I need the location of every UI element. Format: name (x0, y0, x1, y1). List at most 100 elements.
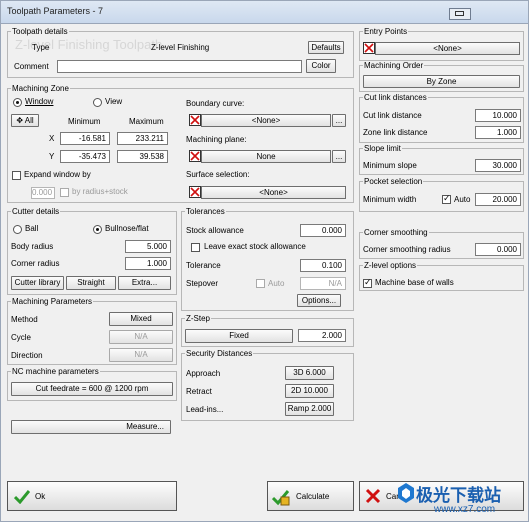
type-label: Type (32, 43, 50, 52)
nc-parameters-legend: NC machine parameters (11, 367, 100, 376)
pocket-auto-checkbox[interactable] (442, 193, 451, 204)
boundary-clear-icon[interactable] (189, 114, 201, 126)
window-radio[interactable] (13, 98, 22, 107)
title-bar: Toolpath Parameters - 7 (1, 1, 528, 24)
ball-radio[interactable] (13, 225, 22, 234)
calculate-icon (271, 488, 290, 506)
ok-label: Ok (35, 492, 46, 501)
calculate-button[interactable]: Calculate (267, 481, 354, 511)
stock-allowance-label: Stock allowance (186, 226, 244, 235)
tolerances-legend: Tolerances (185, 207, 226, 216)
corner-radius-input[interactable]: 1.000 (125, 257, 171, 270)
view-radio[interactable] (93, 98, 102, 107)
y-label: Y (49, 152, 55, 161)
surface-selection-select[interactable]: <None> (201, 186, 346, 199)
minimum-slope-input[interactable]: 30.000 (475, 159, 521, 172)
comment-input[interactable] (57, 60, 302, 73)
x-min-input[interactable]: -16.581 (60, 132, 110, 145)
boundary-more-button[interactable]: ... (332, 114, 346, 127)
surface-clear-icon[interactable] (189, 186, 201, 198)
machine-base-checkbox[interactable] (363, 277, 372, 288)
all-button[interactable]: ✥ All (11, 114, 39, 127)
body-radius-label: Body radius (11, 242, 54, 251)
cancel-label: Cancel (386, 492, 411, 501)
color-button[interactable]: Color (306, 59, 336, 73)
zstep-mode-button[interactable]: Fixed (185, 329, 293, 343)
options-button[interactable]: Options... (297, 294, 341, 307)
tolerance-label: Tolerance (186, 261, 221, 270)
cycle-button[interactable]: N/A (109, 330, 173, 344)
leave-exact-stock-checkbox[interactable] (191, 243, 200, 252)
pocket-selection-legend: Pocket selection (363, 177, 424, 186)
cutter-library-button[interactable]: Cutter library (11, 276, 64, 290)
by-radius-checkbox[interactable] (60, 188, 69, 197)
method-label: Method (11, 315, 38, 324)
plane-more-button[interactable]: ... (332, 150, 346, 163)
body-radius-input[interactable]: 5.000 (125, 240, 171, 253)
window-title: Toolpath Parameters - 7 (7, 6, 104, 16)
restore-window-icon[interactable] (449, 8, 471, 20)
machining-order-legend: Machining Order (363, 61, 425, 70)
surface-selection-label: Surface selection: (186, 170, 250, 179)
minimum-label: Minimum (68, 117, 101, 126)
minimum-width-label: Minimum width (363, 195, 417, 204)
boundary-curve-label: Boundary curve: (186, 99, 245, 108)
entry-points-select[interactable]: <None> (375, 42, 520, 55)
zstep-input[interactable]: 2.000 (298, 329, 346, 342)
x-max-input[interactable]: 233.211 (117, 132, 168, 145)
machining-parameters-legend: Machining Parameters (11, 297, 94, 306)
expand-window-input[interactable]: 0.000 (31, 187, 55, 199)
window-label: Window (25, 97, 54, 106)
approach-button[interactable]: 3D 6.000 (285, 366, 334, 380)
toolpath-parameters-dialog: Toolpath Parameters - 7 Toolpath details… (0, 0, 529, 522)
checkmark-icon (13, 488, 31, 505)
x-label: X (49, 134, 55, 143)
cut-link-label: Cut link distance (363, 111, 422, 120)
cut-link-legend: Cut link distances (363, 93, 428, 102)
machining-plane-label: Machining plane: (186, 135, 247, 144)
stepover-input[interactable]: N/A (300, 277, 346, 290)
security-distances-legend: Security Distances (185, 349, 254, 358)
retract-button[interactable]: 2D 10.000 (285, 384, 334, 398)
corner-smoothing-input[interactable]: 0.000 (475, 243, 521, 256)
defaults-button[interactable]: Defaults (308, 41, 344, 54)
leadins-button[interactable]: Ramp 2.000 (285, 402, 334, 416)
expand-window-label: Expand window by (24, 170, 91, 179)
machining-zone-legend: Machining Zone (11, 84, 70, 93)
machining-plane-select[interactable]: None (201, 150, 331, 163)
entry-points-clear-icon[interactable] (363, 42, 375, 54)
plane-clear-icon[interactable] (189, 150, 201, 162)
feedrate-button[interactable]: Cut feedrate = 600 @ 1200 rpm (11, 382, 173, 396)
ok-button[interactable]: Ok (7, 481, 177, 511)
approach-label: Approach (186, 369, 221, 378)
stepover-auto-checkbox[interactable] (256, 279, 265, 288)
measure-button[interactable]: Measure... (11, 420, 171, 434)
bullnose-radio[interactable] (93, 225, 102, 234)
direction-label: Direction (11, 351, 43, 360)
zone-link-input[interactable]: 1.000 (475, 126, 521, 139)
cut-link-input[interactable]: 10.000 (475, 109, 521, 122)
tolerance-input[interactable]: 0.100 (300, 259, 346, 272)
boundary-curve-select[interactable]: <None> (201, 114, 331, 127)
stepover-label: Stepover (186, 279, 219, 288)
cycle-label: Cycle (11, 333, 32, 342)
minimum-width-input[interactable]: 20.000 (475, 193, 521, 206)
expand-window-checkbox[interactable] (12, 171, 21, 180)
cancel-button[interactable]: Cancel (359, 481, 524, 511)
entry-points-legend: Entry Points (363, 27, 409, 36)
zstep-legend: Z-Step (185, 314, 212, 323)
maximum-label: Maximum (129, 117, 164, 126)
direction-button[interactable]: N/A (109, 348, 173, 362)
view-label: View (105, 97, 123, 106)
zone-link-label: Zone link distance (363, 128, 428, 137)
all-label: All (24, 116, 34, 125)
extra-button[interactable]: Extra... (118, 276, 171, 290)
straight-button[interactable]: Straight (66, 276, 116, 290)
y-min-input[interactable]: -35.473 (60, 150, 110, 163)
toolpath-details-legend: Toolpath details (11, 27, 69, 36)
cancel-x-icon (365, 488, 381, 504)
y-max-input[interactable]: 39.538 (117, 150, 168, 163)
method-button[interactable]: Mixed (109, 312, 173, 326)
by-zone-button[interactable]: By Zone (363, 75, 520, 88)
stock-allowance-input[interactable]: 0.000 (300, 224, 346, 237)
